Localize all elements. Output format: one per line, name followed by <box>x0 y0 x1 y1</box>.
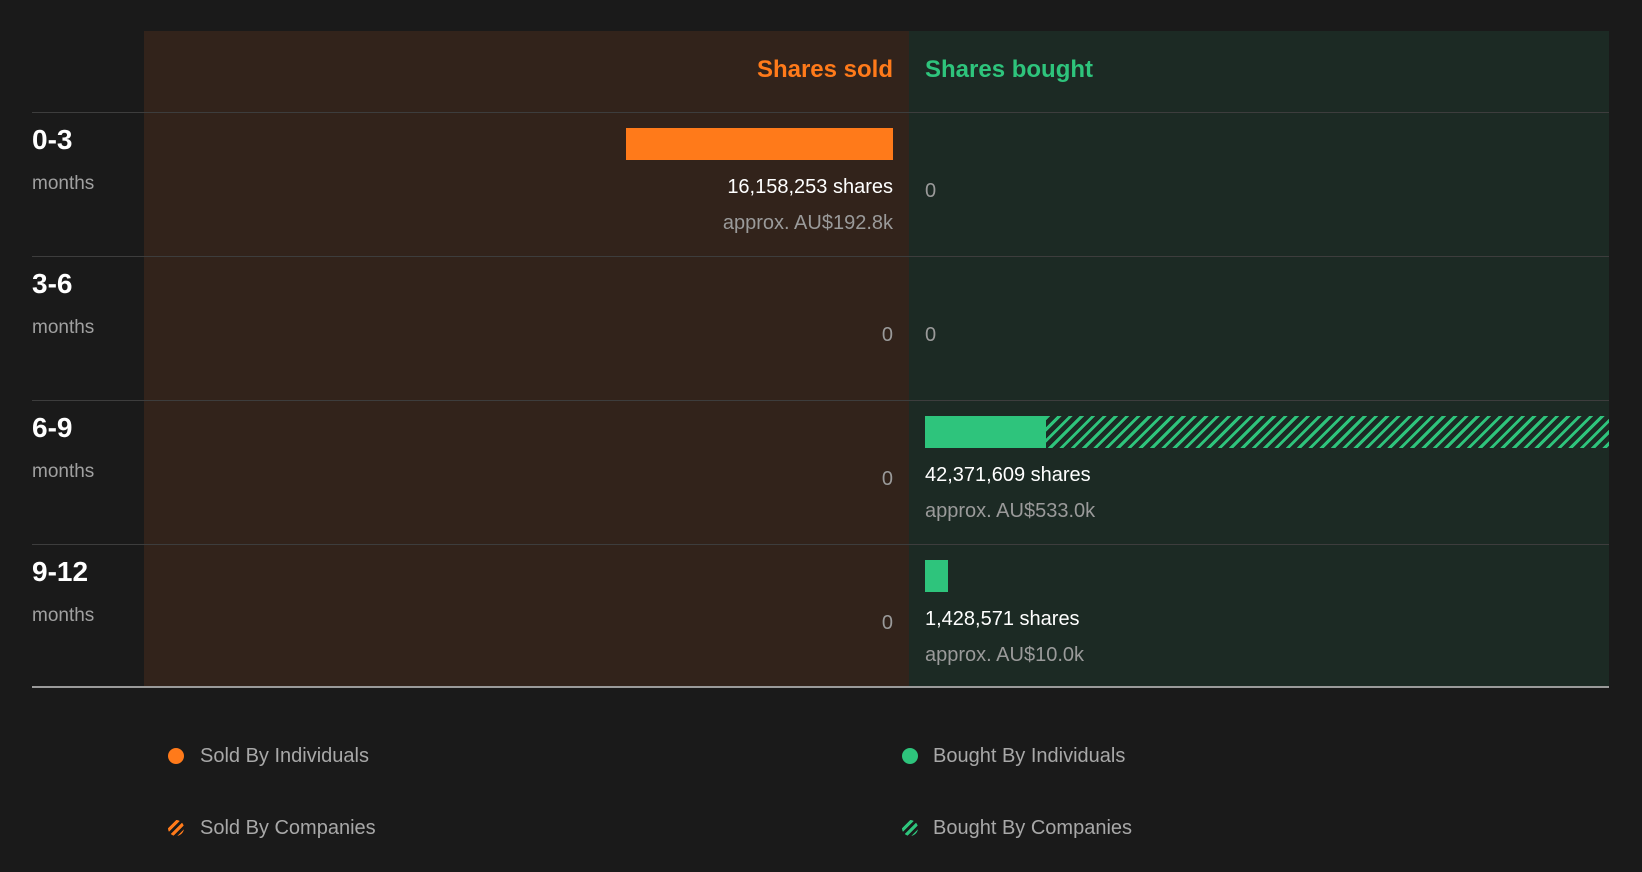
legend-bought-individuals: Bought By Individuals <box>933 745 1126 767</box>
sold-shares-label: 0 <box>881 324 893 346</box>
legend-sold-individuals: Sold By Individuals <box>200 745 369 767</box>
sold-companies-legend-swatch <box>168 820 184 836</box>
period-label: 6-9 <box>32 412 73 443</box>
sold-individuals-legend-swatch <box>168 748 184 764</box>
period-label: 3-6 <box>32 268 73 299</box>
row-divider <box>32 400 1609 401</box>
bought-shares-label: 0 <box>925 324 937 346</box>
legend-sold-companies: Sold By Companies <box>200 817 376 839</box>
bought-individuals-legend-swatch <box>902 748 918 764</box>
bought-companies-legend-swatch <box>902 820 918 836</box>
period-label: 0-3 <box>32 124 73 155</box>
bought-individuals-bar <box>925 560 949 592</box>
bought-value-label: approx. AU$10.0k <box>925 644 1084 666</box>
period-unit-label: months <box>32 173 95 194</box>
row-divider <box>32 544 1609 545</box>
shares-bought-header: Shares bought <box>925 56 1094 83</box>
shares-sold-header: Shares sold <box>756 56 893 83</box>
bought-value-label: approx. AU$533.0k <box>925 500 1096 522</box>
sold-individuals-bar <box>626 128 893 160</box>
bought-shares-label: 1,428,571 shares <box>925 608 1080 630</box>
legend-bought-companies: Bought By Companies <box>933 817 1133 839</box>
period-label: 9-12 <box>32 556 89 587</box>
row-divider <box>32 256 1609 257</box>
period-unit-label: months <box>32 605 95 626</box>
bought-individuals-bar <box>925 416 1047 448</box>
sold-value-label: approx. AU$192.8k <box>722 212 893 234</box>
bought-shares-label: 0 <box>925 180 937 202</box>
period-unit-label: months <box>32 317 95 338</box>
row-divider <box>32 112 1609 113</box>
chart-baseline <box>32 686 1609 688</box>
sold-shares-label: 16,158,253 shares <box>727 176 893 198</box>
sold-shares-label: 0 <box>881 468 893 490</box>
sold-shares-label: 0 <box>881 612 893 634</box>
period-unit-label: months <box>32 461 95 482</box>
shares-bought-panel <box>909 31 1609 687</box>
bought-shares-label: 42,371,609 shares <box>925 464 1091 486</box>
bought-companies-bar <box>1046 416 1609 448</box>
